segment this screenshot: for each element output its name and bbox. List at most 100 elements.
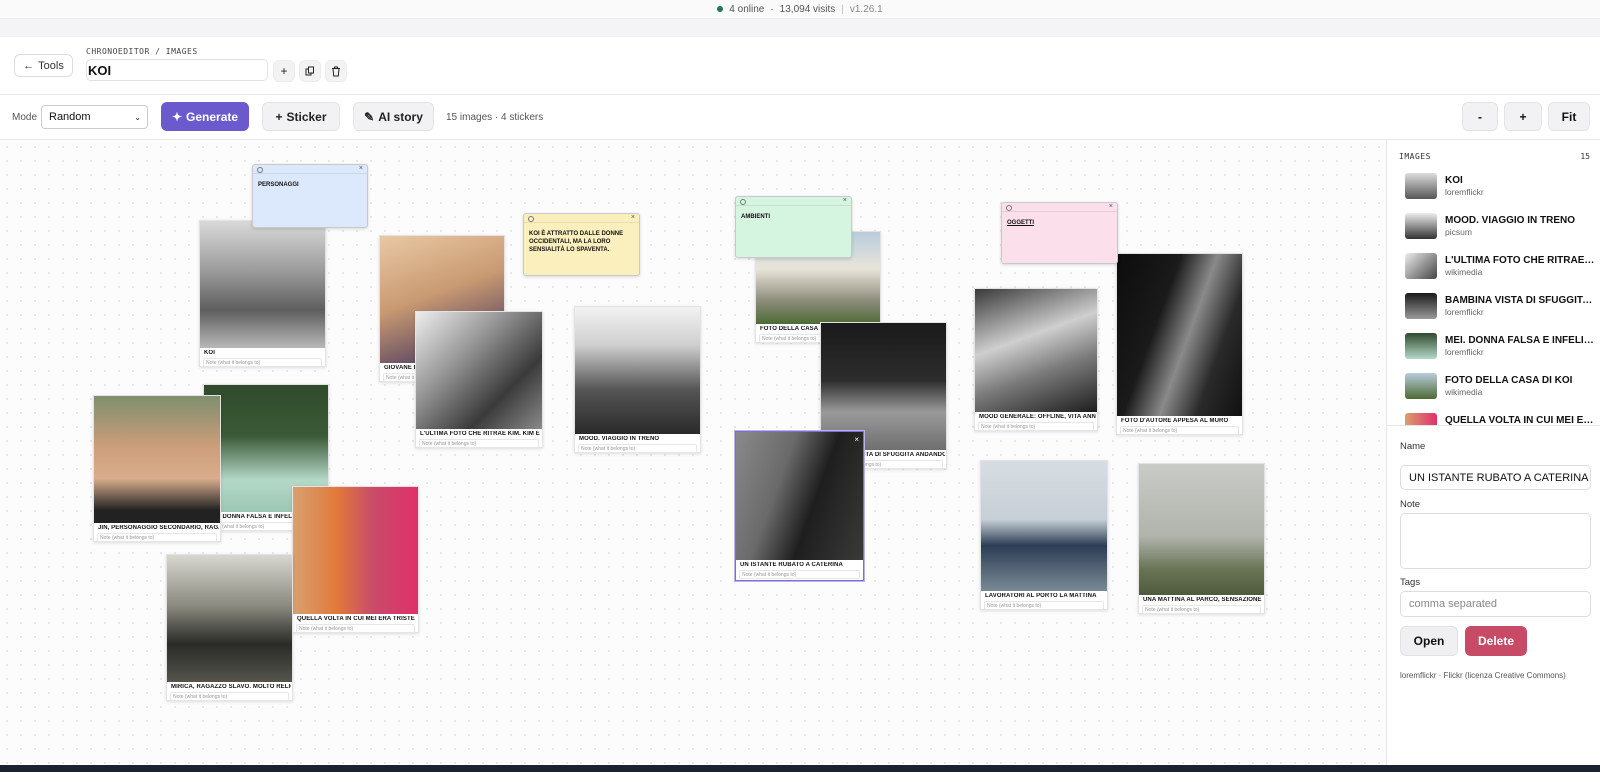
list-item-thumbnail	[1405, 373, 1437, 399]
add-button[interactable]: +	[273, 60, 295, 82]
sticker-handle-icon[interactable]	[740, 199, 746, 205]
zoom-out-button[interactable]: -	[1462, 102, 1498, 131]
delete-button[interactable]: Delete	[1465, 626, 1527, 656]
list-item[interactable]: KOI loremflickr	[1405, 170, 1595, 210]
close-icon[interactable]: ×	[359, 165, 363, 172]
bottom-bar	[0, 765, 1600, 772]
card-note-input[interactable]: Note (what it belongs to)	[1120, 426, 1239, 435]
item-counts: 15 images · 4 stickers	[446, 112, 544, 123]
duplicate-button[interactable]	[299, 60, 321, 82]
close-icon[interactable]: ×	[1109, 203, 1113, 210]
sticker-bar	[736, 197, 851, 206]
online-count: 4 online	[729, 3, 765, 15]
list-item[interactable]: L'ULTIMA FOTO CHE RITRAE KIM. KIM È VE w…	[1405, 250, 1595, 290]
image-card[interactable]: FOTO D'AUTORE APPESA AL MURO Note (what …	[1116, 253, 1243, 435]
card-note-input[interactable]: Note (what it belongs to)	[97, 533, 217, 542]
list-item[interactable]: BAMBINA VISTA DI SFUGGITA ANDANDO IN lor…	[1405, 290, 1595, 330]
list-item[interactable]: MEI. DONNA FALSA E INFELICE loremflickr	[1405, 330, 1595, 370]
image-list[interactable]: KOI loremflickr MOOD. VIAGGIO IN TRENO p…	[1387, 170, 1600, 426]
board-canvas[interactable]: KOI Note (what it belongs to) GIOVANE RA…	[0, 140, 1386, 765]
card-note-input[interactable]: Note (what it belongs to)	[739, 570, 860, 579]
tags-label: Tags	[1400, 577, 1421, 588]
sidebar-count: 15	[1580, 152, 1590, 161]
sticker-handle-icon[interactable]	[257, 167, 263, 173]
add-sticker-button[interactable]: + Sticker	[262, 102, 340, 131]
close-icon[interactable]: ×	[854, 435, 859, 444]
card-note-input[interactable]: Note (what it belongs to)	[978, 422, 1094, 431]
arrow-left-icon: ←	[23, 59, 35, 72]
list-item-thumbnail	[1405, 173, 1437, 199]
tags-input[interactable]: comma separated	[1400, 591, 1591, 617]
status-bar: 4 online · 13,094 visits | v1.26.1	[0, 0, 1600, 19]
plus-icon: +	[275, 109, 283, 124]
card-photo	[981, 461, 1107, 591]
mode-select[interactable]: Random ⌄	[41, 105, 148, 129]
image-card[interactable]: UNA MATTINA AL PARCO, SENSAZIONE STI Not…	[1138, 463, 1265, 614]
note-textarea[interactable]	[1400, 513, 1591, 569]
list-item-thumbnail	[1405, 293, 1437, 319]
image-card[interactable]: JIN, PERSONAGGIO SECONDARIO, RAGAZZ Note…	[93, 395, 221, 542]
project-title-input[interactable]: KOI	[86, 59, 268, 81]
list-item[interactable]: FOTO DELLA CASA DI KOI wikimedia	[1405, 370, 1595, 410]
trash-icon	[332, 66, 340, 76]
delete-project-button[interactable]	[325, 60, 347, 82]
sparkle-icon: ✦	[171, 109, 183, 124]
generate-button[interactable]: ✦ Generate	[161, 102, 249, 131]
card-note-input[interactable]: Note (what it belongs to)	[203, 358, 322, 367]
image-card-selected[interactable]: × UN ISTANTE RUBATO A CATERINA Note (wha…	[735, 431, 864, 581]
list-item-name: FOTO DELLA CASA DI KOI	[1445, 375, 1573, 386]
chevron-down-icon: ⌄	[134, 112, 141, 122]
image-card[interactable]: L'ULTIMA FOTO CHE RITRAE KIM. KIM È VE N…	[415, 311, 543, 448]
card-note-input[interactable]: Note (what it belongs to)	[419, 439, 539, 448]
card-photo	[167, 555, 292, 682]
card-note-input[interactable]: Note (what it belongs to)	[170, 692, 289, 701]
sticker-note[interactable]: × OGGETTI	[1001, 202, 1118, 264]
card-note-input[interactable]: Note (what it belongs to)	[984, 601, 1104, 610]
status-separator: ·	[770, 3, 774, 15]
image-card[interactable]: MOOD GENERALE: OFFLINE, VITA ANNI 90, No…	[974, 288, 1098, 431]
fit-button[interactable]: Fit	[1548, 102, 1590, 131]
open-button[interactable]: Open	[1400, 626, 1458, 656]
card-note-input[interactable]: Note (what it belongs to)	[578, 444, 697, 453]
card-caption: MOOD GENERALE: OFFLINE, VITA ANNI 90,	[979, 414, 1096, 420]
sticker-note[interactable]: × AMBIENTI	[735, 196, 852, 258]
card-caption: UN ISTANTE RUBATO A CATERINA	[740, 562, 843, 568]
card-note-input[interactable]: Note (what it belongs to)	[1142, 605, 1261, 614]
list-item-name: L'ULTIMA FOTO CHE RITRAE KIM. KIM È VE	[1445, 255, 1595, 266]
list-item-source: picsum	[1445, 227, 1472, 237]
sidebar-title: IMAGES	[1399, 152, 1431, 161]
name-input[interactable]: UN ISTANTE RUBATO A CATERINA	[1400, 465, 1591, 490]
image-card[interactable]: LAVORATORI AL PORTO LA MATTINA Note (wha…	[980, 460, 1108, 610]
image-card[interactable]: KOI Note (what it belongs to)	[199, 220, 326, 367]
sticker-handle-icon[interactable]	[528, 216, 534, 222]
close-icon[interactable]: ×	[631, 214, 635, 221]
toolbar: Mode Random ⌄ ✦ Generate + Sticker ✎ AI …	[0, 95, 1600, 140]
status-divider: |	[841, 3, 844, 15]
sticker-note[interactable]: × KOI È ATTRATTO DALLE DONNE OCCIDENTALI…	[523, 213, 640, 276]
card-photo	[575, 307, 700, 434]
sticker-handle-icon[interactable]	[1006, 205, 1012, 211]
card-photo	[293, 487, 418, 614]
mode-label: Mode	[12, 112, 38, 123]
image-card[interactable]: MOOD. VIAGGIO IN TRENO Note (what it bel…	[574, 306, 701, 453]
zoom-in-button[interactable]: +	[1504, 102, 1542, 131]
sticker-note[interactable]: × PERSONAGGI	[252, 164, 368, 228]
image-card[interactable]: MIRICA, RAGAZZO SLAVO. MOLTO RELIGIO! No…	[166, 554, 293, 701]
list-item[interactable]: QUELLA VOLTA IN CUI MEI ERA TRISTE IN U	[1405, 410, 1595, 425]
card-photo	[1139, 464, 1264, 595]
list-item-thumbnail	[1405, 253, 1437, 279]
close-icon[interactable]: ×	[843, 197, 847, 204]
card-photo	[94, 396, 220, 523]
image-card[interactable]: QUELLA VOLTA IN CUI MEI ERA TRISTE IN U …	[292, 486, 419, 633]
card-caption: MIRICA, RAGAZZO SLAVO. MOLTO RELIGIO!	[171, 684, 291, 690]
sticker-text: OGGETTI	[1007, 220, 1034, 226]
sticker-text: KOI È ATTRATTO DALLE DONNE OCCIDENTALI, …	[529, 231, 624, 253]
card-caption: FOTO D'AUTORE APPESA AL MURO	[1121, 418, 1229, 424]
list-item-source: wikimedia	[1445, 267, 1483, 277]
list-item-thumbnail	[1405, 213, 1437, 239]
card-note-input[interactable]: Note (what it belongs to)	[296, 624, 415, 633]
card-photo	[975, 289, 1097, 412]
ai-story-button[interactable]: ✎ AI story	[353, 102, 434, 131]
back-to-tools-button[interactable]: ← Tools	[14, 54, 73, 77]
list-item[interactable]: MOOD. VIAGGIO IN TRENO picsum	[1405, 210, 1595, 250]
